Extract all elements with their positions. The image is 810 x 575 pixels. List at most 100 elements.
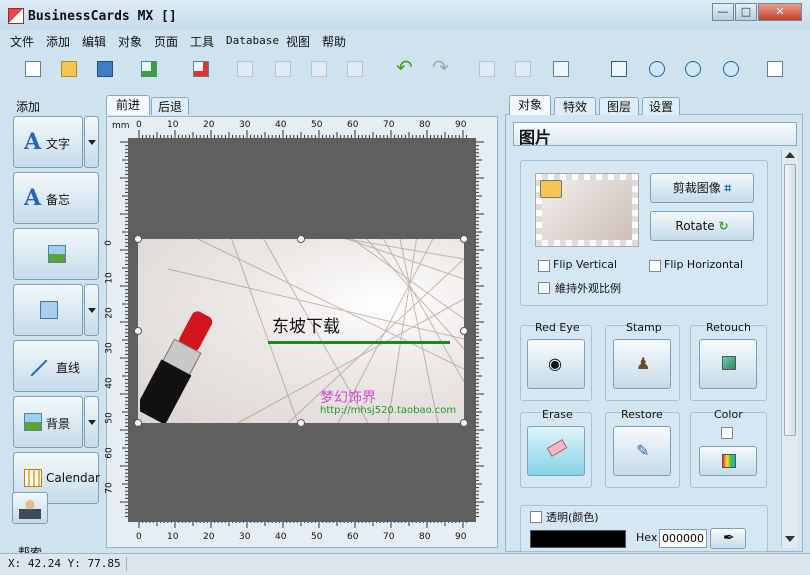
tab-back[interactable]: 后退 (151, 97, 189, 115)
cursor-coordinates: X: 42.24 Y: 77.85 (8, 557, 121, 570)
add-text-button[interactable]: A 文字 (13, 116, 83, 168)
window-title: BusinessCards MX [] (28, 9, 177, 24)
open-image-icon[interactable] (540, 180, 562, 198)
scroll-thumb[interactable] (784, 164, 796, 436)
stamp-button[interactable]: ♟ (613, 339, 671, 389)
tab-settings[interactable]: 设置 (642, 97, 680, 115)
resize-handle[interactable] (134, 419, 142, 427)
menu-tools[interactable]: 工具 (190, 33, 214, 50)
resize-handle[interactable] (134, 327, 142, 335)
menu-add[interactable]: 添加 (46, 33, 70, 50)
tab-forward[interactable]: 前进 (106, 95, 150, 115)
erase-button[interactable] (527, 426, 585, 476)
preview-icon (767, 61, 783, 77)
tab-object[interactable]: 对象 (509, 95, 551, 115)
transparent-checkbox[interactable] (530, 511, 542, 523)
remove-page-button[interactable] (190, 58, 212, 80)
flip-horizontal-checkbox[interactable] (649, 260, 661, 272)
color-button[interactable] (699, 446, 757, 476)
distribute-icon (515, 61, 531, 77)
resize-handle[interactable] (460, 419, 468, 427)
zoom-in-icon (649, 61, 665, 77)
rotate-button[interactable]: Rotate ↻ (650, 211, 754, 241)
properties-scrollbar[interactable] (781, 150, 798, 548)
crop-image-button[interactable]: 剪裁图像 ⌗ (650, 173, 754, 203)
add-page-icon (141, 61, 157, 77)
send-back-button[interactable] (344, 58, 366, 80)
ungroup-button[interactable] (272, 58, 294, 80)
resize-handle[interactable] (460, 235, 468, 243)
eraser-icon (546, 439, 568, 457)
flip-vertical-checkbox[interactable] (538, 260, 550, 272)
menu-file[interactable]: 文件 (10, 33, 34, 50)
ungroup-icon (275, 61, 291, 77)
color-checkbox[interactable] (721, 427, 733, 439)
tab-effects[interactable]: 特效 (554, 97, 596, 115)
group-button[interactable] (234, 58, 256, 80)
redo-button[interactable]: ↷ (430, 55, 452, 80)
card-title-text[interactable]: 东坡下载 (272, 312, 340, 337)
add-page-button[interactable] (138, 58, 160, 80)
preview-button[interactable] (764, 58, 786, 80)
add-background-button[interactable]: 背景 (13, 396, 83, 448)
transparent-color-swatch[interactable] (530, 530, 626, 548)
maximize-button[interactable]: □ (735, 3, 757, 21)
card-subtitle-text[interactable]: 梦幻饰界 (320, 387, 376, 407)
align-button[interactable] (476, 58, 498, 80)
business-card[interactable]: 东坡下载 梦幻饰界 http://mhsj520.taobao.com (138, 239, 464, 423)
resize-handle[interactable] (297, 419, 305, 427)
zoom-in-button[interactable] (646, 58, 668, 80)
erase-label: Erase (542, 408, 573, 421)
menu-view[interactable]: 视图 (286, 33, 310, 50)
vcard-button[interactable] (12, 492, 48, 524)
resize-handle[interactable] (297, 235, 305, 243)
minimize-button[interactable]: — (712, 3, 734, 21)
menu-object[interactable]: 对象 (118, 33, 142, 50)
menu-help[interactable]: 帮助 (322, 33, 346, 50)
bring-front-button[interactable] (308, 58, 330, 80)
card-green-line[interactable] (268, 341, 450, 344)
new-button[interactable] (22, 58, 44, 80)
line-icon (30, 359, 48, 377)
add-rectangle-dropdown[interactable] (84, 284, 99, 336)
add-image-button[interactable] (13, 228, 99, 280)
restore-button[interactable]: ✎ (613, 426, 671, 476)
open-button[interactable] (58, 58, 80, 80)
close-button[interactable]: ✕ (758, 3, 802, 21)
red-eye-button[interactable]: ◉ (527, 339, 585, 389)
resize-handle[interactable] (460, 327, 468, 335)
add-memo-button[interactable]: A 备忘 (13, 172, 99, 224)
card-url-text[interactable]: http://mhsj520.taobao.com (320, 405, 456, 416)
undo-button[interactable]: ↶ (394, 55, 416, 80)
eyedropper-button[interactable]: ✒ (710, 528, 746, 549)
menu-database[interactable]: Database (226, 34, 279, 47)
fit-button[interactable] (608, 58, 630, 80)
retouch-button[interactable] (699, 339, 757, 389)
save-button[interactable] (94, 58, 116, 80)
menu-edit[interactable]: 编辑 (82, 33, 106, 50)
add-rectangle-button[interactable] (13, 284, 83, 336)
keep-ratio-checkbox[interactable] (538, 282, 550, 294)
add-line-button[interactable]: 直线 (13, 340, 99, 392)
new-icon (25, 61, 41, 77)
image-icon (48, 245, 66, 263)
add-background-dropdown[interactable] (84, 396, 99, 448)
layout-button[interactable] (550, 58, 572, 80)
save-icon (97, 61, 113, 77)
tab-layers[interactable]: 图层 (599, 97, 639, 115)
restore-icon: ✎ (636, 441, 650, 460)
title-bar: BusinessCards MX [] — □ ✕ (0, 0, 810, 30)
add-calendar-label: Calendar (46, 471, 100, 485)
keep-ratio-label: 維持外观比例 (555, 282, 621, 295)
distribute-button[interactable] (512, 58, 534, 80)
menu-page[interactable]: 页面 (154, 33, 178, 50)
stamp-icon: ♟ (636, 354, 651, 373)
scroll-up-icon[interactable] (785, 152, 795, 158)
hex-input[interactable] (659, 529, 707, 548)
resize-handle[interactable] (134, 235, 142, 243)
zoom-100-button[interactable] (720, 58, 742, 80)
add-text-dropdown[interactable] (84, 116, 99, 168)
crop-icon: ⌗ (724, 181, 732, 195)
zoom-out-button[interactable] (682, 58, 704, 80)
scroll-down-icon[interactable] (785, 536, 795, 542)
